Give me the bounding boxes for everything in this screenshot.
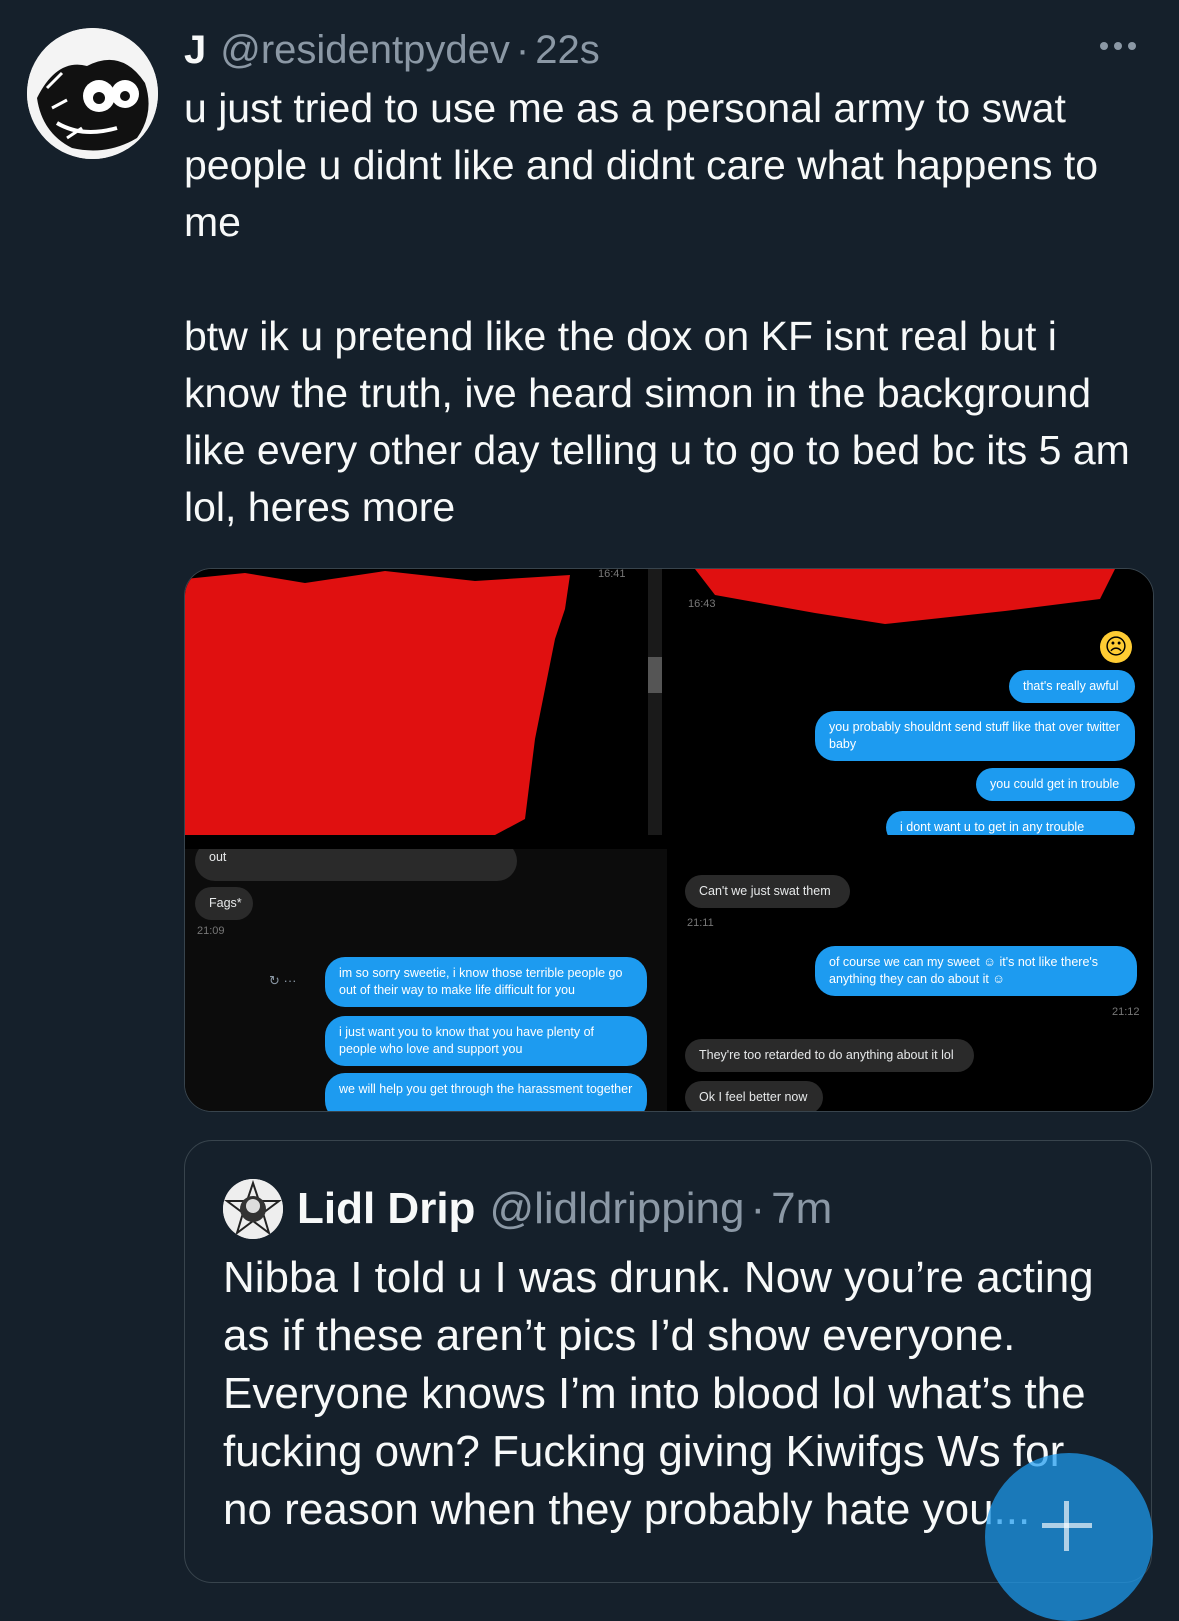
- author-handle[interactable]: @residentpydev: [220, 28, 510, 73]
- message-bubble: i dont want u to get in any trouble: [886, 811, 1135, 835]
- message-bubble: Fags*: [195, 887, 253, 920]
- compose-button[interactable]: [985, 1453, 1153, 1621]
- message-bubble: They're too retarded to do anything abou…: [685, 1039, 974, 1072]
- author-name[interactable]: J: [184, 28, 206, 73]
- tweet-text: u just tried to use me as a personal arm…: [184, 85, 1130, 530]
- screenshot-time: 16:41: [598, 569, 626, 580]
- message-bubble: im so sorry sweetie, i know those terrib…: [325, 957, 647, 1007]
- message-bubble: we will help you get through the harassm…: [325, 1073, 647, 1111]
- header-separator: ·: [750, 1184, 766, 1233]
- media-image-1[interactable]: 16:41: [185, 569, 667, 835]
- author-avatar[interactable]: [27, 28, 158, 159]
- message-bubble: you probably shouldnt send stuff like th…: [815, 711, 1135, 761]
- avatar-artwork: [27, 28, 158, 159]
- more-options-icon[interactable]: [1100, 42, 1136, 50]
- screenshot-time: 16:43: [688, 598, 716, 610]
- media-image-4[interactable]: Can't we just swat them 21:11 of course …: [675, 849, 1153, 1111]
- tweet-media-grid[interactable]: 16:41 16:43 ☹ that's really awful you pr…: [184, 568, 1154, 1112]
- avatar-artwork: [223, 1179, 283, 1239]
- message-bubble: of course we can my sweet ☺ it's not lik…: [815, 946, 1137, 996]
- tweet-timestamp[interactable]: 22s: [535, 28, 600, 73]
- quoted-tweet-text: Nibba I told u I was drunk. Now you’re a…: [223, 1253, 1106, 1534]
- message-bubble: out: [195, 849, 517, 881]
- message-time: 21:09: [197, 925, 225, 937]
- quoted-author-avatar[interactable]: [223, 1179, 283, 1239]
- worried-emoji-icon: ☹: [1100, 631, 1132, 663]
- header-separator: ·: [515, 27, 530, 72]
- message-time: 21:11: [687, 917, 714, 929]
- message-bubble: you could get in trouble: [976, 768, 1135, 801]
- quoted-author-handle[interactable]: @lidldripping: [489, 1184, 744, 1234]
- message-bubble: i just want you to know that you have pl…: [325, 1016, 647, 1066]
- message-time: 21:12: [1112, 1006, 1140, 1018]
- redaction-mark: [185, 571, 570, 835]
- react-icon: ↻ ···: [269, 973, 297, 988]
- quoted-author-name[interactable]: Lidl Drip: [297, 1184, 475, 1234]
- media-image-3[interactable]: out Fags* 21:09 ↻ ··· im so sorry sweeti…: [185, 849, 667, 1111]
- message-bubble: Ok I feel better now: [685, 1081, 823, 1111]
- quoted-timestamp[interactable]: 7m: [771, 1184, 832, 1234]
- plus-icon-stem: [1064, 1501, 1069, 1551]
- message-bubble: Can't we just swat them: [685, 875, 850, 908]
- scrollbar: [648, 569, 662, 835]
- media-image-2[interactable]: 16:43 ☹ that's really awful you probably…: [675, 569, 1153, 835]
- tweet-header: J @residentpydev · 22s: [184, 22, 600, 78]
- message-bubble: that's really awful: [1009, 670, 1135, 703]
- quoted-tweet-header: Lidl Drip @lidldripping · 7m: [297, 1181, 832, 1237]
